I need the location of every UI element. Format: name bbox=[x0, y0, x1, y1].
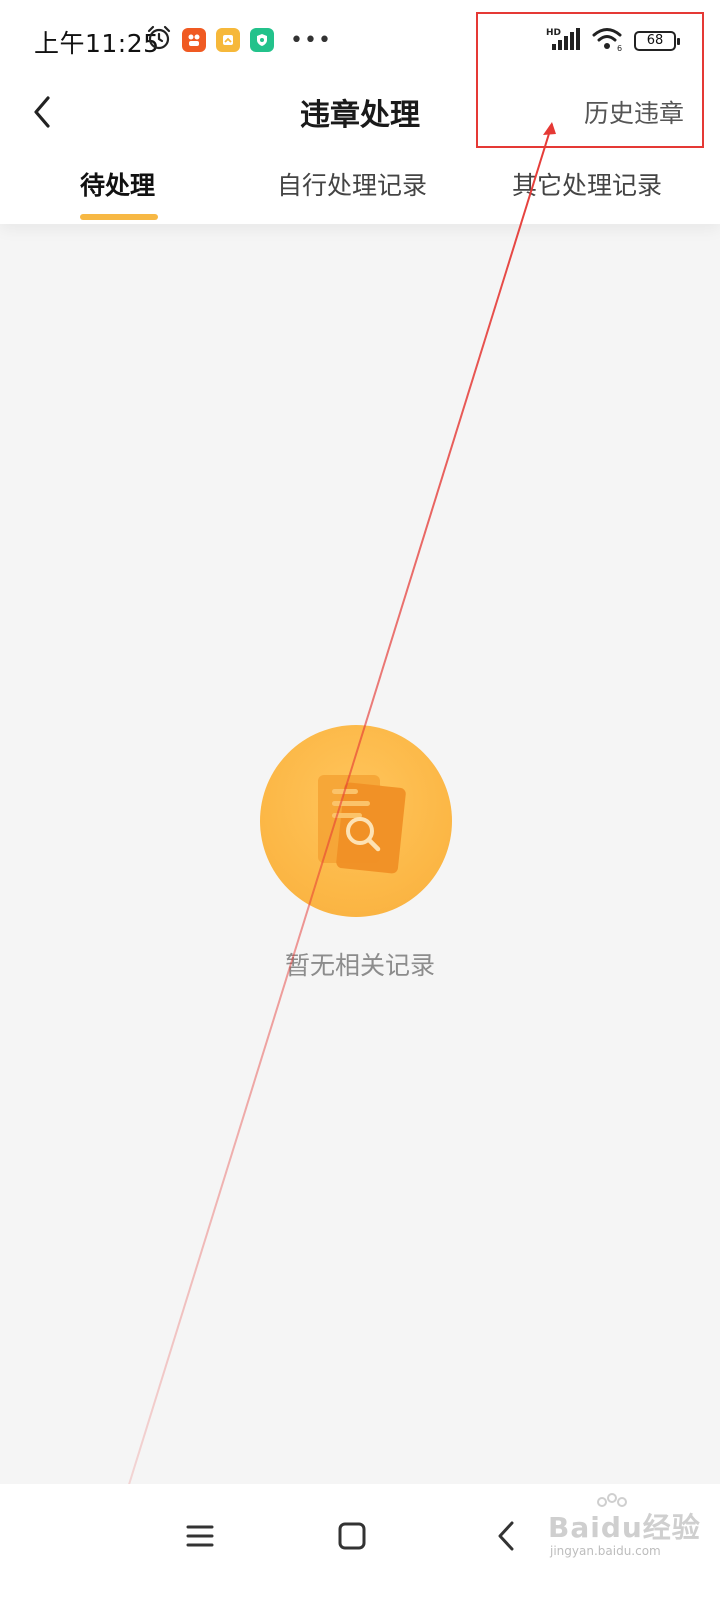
tab-pending[interactable]: 待处理 bbox=[80, 166, 155, 202]
app-notification-icon-2 bbox=[216, 28, 240, 52]
nav-header: 违章处理 历史违章 bbox=[0, 80, 720, 144]
battery-icon: 68 bbox=[634, 31, 680, 51]
app-notification-icon-3 bbox=[250, 28, 274, 52]
top-panel: 上午11:25 ••• HD 6 68 违章处理 历史违章 待处理 自行处理记录… bbox=[0, 0, 720, 224]
status-time: 上午11:25 bbox=[34, 29, 160, 58]
home-square-icon bbox=[338, 1522, 366, 1550]
tab-self-processed[interactable]: 自行处理记录 bbox=[277, 166, 427, 202]
watermark-url: jingyan.baidu.com bbox=[550, 1544, 661, 1558]
menu-button[interactable] bbox=[170, 1506, 230, 1566]
more-notifications-icon: ••• bbox=[290, 27, 332, 53]
home-button[interactable] bbox=[322, 1506, 382, 1566]
empty-state-illustration bbox=[260, 725, 452, 917]
signal-hd-label: HD bbox=[546, 28, 561, 38]
watermark-brand: Baidu经验 bbox=[548, 1511, 701, 1544]
status-notification-icons: ••• bbox=[146, 25, 332, 55]
menu-icon bbox=[186, 1525, 214, 1547]
alarm-icon bbox=[146, 25, 172, 55]
tab-active-indicator bbox=[80, 214, 158, 220]
tab-other-processed[interactable]: 其它处理记录 bbox=[512, 166, 662, 202]
wifi-version-label: 6 bbox=[617, 44, 622, 52]
app-notification-icon-1 bbox=[182, 28, 206, 52]
watermark: Baidu经验 jingyan.baidu.com bbox=[540, 1492, 710, 1562]
history-violations-link[interactable]: 历史违章 bbox=[584, 94, 684, 130]
wifi-icon: 6 bbox=[592, 26, 624, 56]
tab-bar: 待处理 自行处理记录 其它处理记录 bbox=[0, 160, 720, 224]
status-bar: 上午11:25 ••• HD 6 68 bbox=[0, 0, 720, 80]
back-arrow-icon bbox=[498, 1521, 514, 1551]
signal-icon: HD bbox=[546, 26, 582, 56]
empty-state-message: 暂无相关记录 bbox=[284, 951, 435, 980]
system-back-button[interactable] bbox=[476, 1506, 536, 1566]
status-system-icons: HD 6 68 bbox=[546, 26, 680, 56]
document-search-icon bbox=[318, 775, 406, 874]
